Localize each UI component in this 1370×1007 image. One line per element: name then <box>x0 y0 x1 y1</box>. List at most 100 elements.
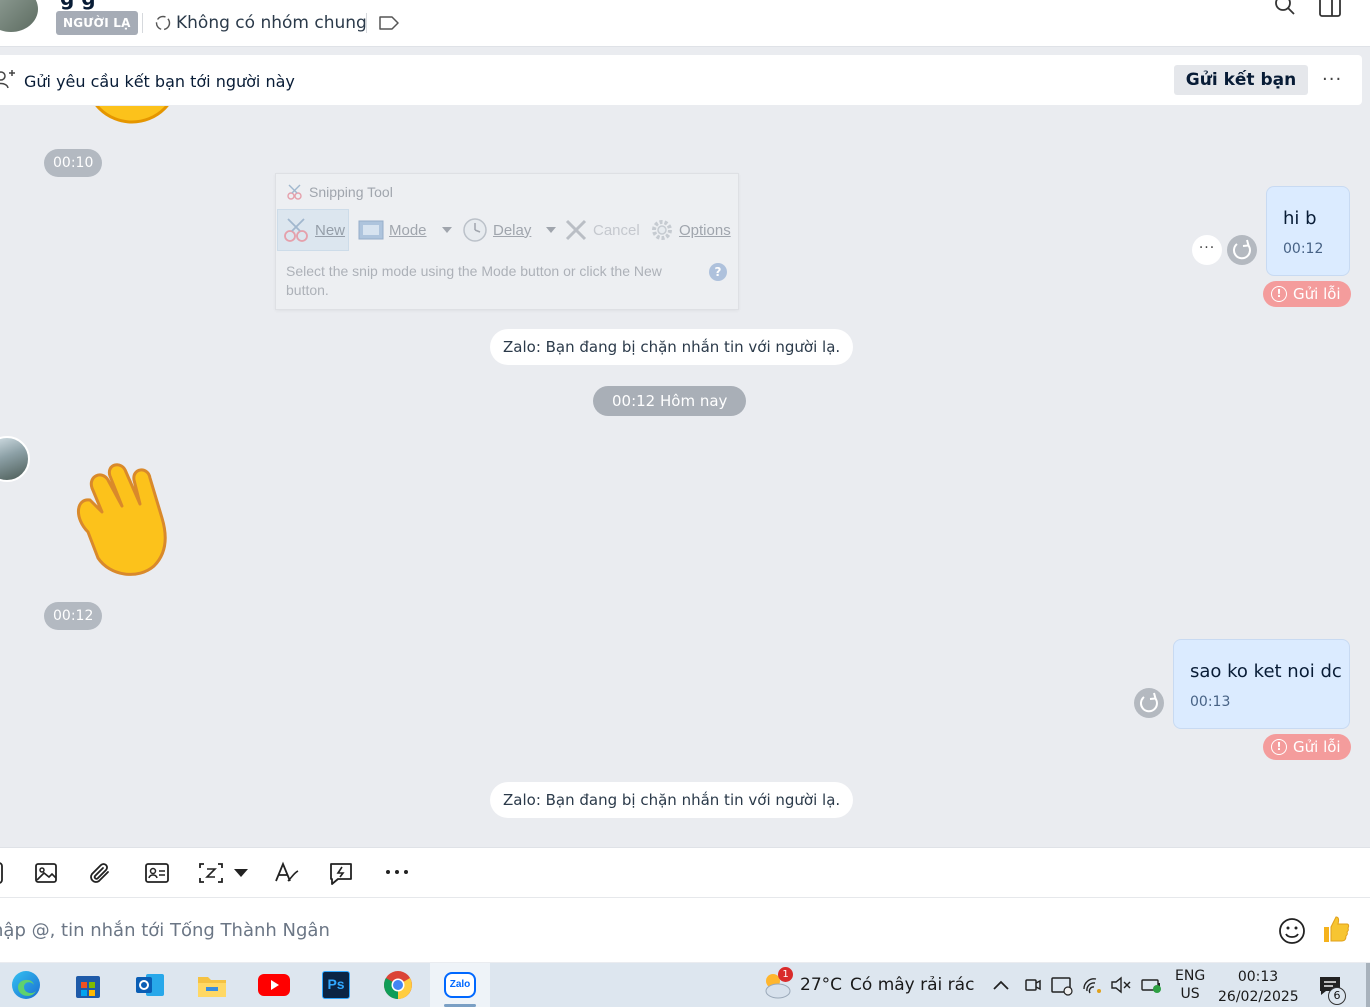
send-error-text: Gửi lỗi <box>1293 738 1341 756</box>
message-composer <box>0 898 1370 962</box>
error-icon: ! <box>1271 286 1287 302</box>
store-icon <box>76 976 100 998</box>
snip-cancel-label: Cancel <box>593 221 640 239</box>
snip-mode-label: Mode <box>389 221 427 239</box>
message-time: 00:13 <box>1190 694 1231 710</box>
taskbar-zalo[interactable]: Zalo <box>430 963 490 1007</box>
battery-charging-icon[interactable] <box>1140 975 1164 995</box>
snip-new-label: New <box>315 221 346 239</box>
chevron-down-icon[interactable] <box>234 869 248 877</box>
language-region: US <box>1180 986 1200 1002</box>
contact-avatar[interactable] <box>0 436 30 482</box>
emoji-icon[interactable] <box>1278 917 1306 945</box>
weather-widget[interactable]: 1 27°C Có mây rải rác <box>760 967 974 1001</box>
taskbar-file-explorer[interactable] <box>182 963 242 1007</box>
search-icon[interactable] <box>1272 0 1298 18</box>
retry-icon <box>1232 239 1251 260</box>
layout-panel-icon[interactable] <box>1318 0 1342 18</box>
attachment-icon[interactable] <box>88 861 112 885</box>
chevron-down-icon <box>441 227 452 233</box>
close-icon <box>565 219 587 241</box>
resend-button[interactable] <box>1134 688 1164 718</box>
help-icon[interactable]: ? <box>709 263 727 281</box>
contact-name-partial: g g <box>60 0 96 10</box>
send-friend-request-button[interactable]: Gửi kết bạn <box>1174 65 1308 95</box>
header-divider <box>366 13 367 33</box>
wifi-icon[interactable] <box>1082 975 1104 995</box>
snipping-tool-title: Snipping Tool <box>309 184 393 200</box>
chevron-up-icon[interactable] <box>992 979 1010 991</box>
taskbar-outlook[interactable] <box>120 963 180 1007</box>
contact-card-icon[interactable] <box>144 861 170 885</box>
snipping-toolbar: New Mode Delay Cancel Options <box>276 209 738 251</box>
more-options-icon[interactable] <box>384 868 410 876</box>
snip-mode-button[interactable]: Mode <box>358 209 452 251</box>
sticker-icon[interactable] <box>0 861 6 885</box>
friend-request-bar: Gửi yêu cầu kết bạn tới người này Gửi kế… <box>0 55 1362 105</box>
snipping-tool-titlebar: Snipping Tool <box>286 184 393 200</box>
weather-alert-badge: 1 <box>778 967 793 982</box>
composer-toolbar <box>0 847 1370 898</box>
header-divider <box>142 13 143 33</box>
contact-header-avatar[interactable] <box>0 0 40 34</box>
snip-delay-button[interactable]: Delay <box>462 209 557 251</box>
message-time-pill: 00:12 <box>44 602 103 630</box>
meet-now-icon[interactable] <box>1024 975 1042 995</box>
snip-delay-label: Delay <box>493 221 532 239</box>
date-divider: 00:12 Hôm nay <box>593 386 747 416</box>
image-icon[interactable] <box>34 861 58 885</box>
snip-options-button[interactable]: Options <box>650 209 731 251</box>
outlook-icon <box>136 974 164 996</box>
message-time-pill: 00:10 <box>44 149 103 177</box>
add-friend-icon <box>0 70 15 89</box>
snip-options-label: Options <box>679 221 731 239</box>
windows-taskbar: Ps Zalo 1 27°C Có mây rải rác ENG US 00:… <box>0 963 1370 1007</box>
snip-cancel-button[interactable]: Cancel <box>564 209 640 251</box>
thumbs-up-icon[interactable] <box>1322 914 1350 944</box>
wave-emoji[interactable] <box>66 458 188 580</box>
scissors-icon <box>287 184 302 200</box>
clock-icon <box>463 218 487 242</box>
taskbar-edge[interactable] <box>0 963 56 1007</box>
taskbar-chrome[interactable] <box>368 963 428 1007</box>
sent-message-bubble[interactable]: sao ko ket noi dc 00:13 <box>1173 639 1350 729</box>
input-language[interactable]: ENG US <box>1175 967 1205 1003</box>
network-sync-icon[interactable] <box>1050 975 1074 997</box>
common-group-text: Không có nhóm chung <box>176 13 367 33</box>
system-notice: Zalo: Bạn đang bị chặn nhắn tin với ngườ… <box>490 782 854 818</box>
text-format-icon[interactable] <box>274 861 300 885</box>
resend-button[interactable] <box>1227 235 1257 265</box>
chat-header: g g NGƯỜI LẠ Không có nhóm chung <box>0 0 1370 47</box>
notification-count-badge: 6 <box>1328 987 1346 1005</box>
screenshot-icon[interactable] <box>198 861 224 885</box>
taskbar-youtube[interactable] <box>244 963 304 1007</box>
send-error-badge[interactable]: ! Gửi lỗi <box>1263 281 1351 307</box>
chrome-icon <box>384 971 412 999</box>
quick-message-icon[interactable] <box>328 861 354 887</box>
show-desktop-button[interactable] <box>1366 963 1370 1007</box>
volume-muted-icon[interactable] <box>1110 975 1132 995</box>
snip-help-text: Select the snip mode using the Mode butt… <box>286 263 662 298</box>
message-text: hi b <box>1283 208 1317 229</box>
edge-icon <box>12 971 40 999</box>
friend-bar-more-button[interactable]: ··· <box>1322 69 1342 90</box>
message-text: sao ko ket noi dc <box>1190 661 1342 682</box>
label-tag-icon[interactable] <box>378 15 400 31</box>
message-more-button[interactable]: ··· <box>1192 235 1222 265</box>
message-input[interactable] <box>0 914 1172 946</box>
send-error-badge[interactable]: ! Gửi lỗi <box>1263 734 1351 760</box>
system-clock[interactable]: 00:13 26/02/2025 <box>1218 967 1299 1007</box>
chevron-down-icon <box>546 227 557 233</box>
taskbar-photoshop[interactable]: Ps <box>306 963 366 1007</box>
folder-icon <box>198 977 226 997</box>
system-notice: Zalo: Bạn đang bị chặn nhắn tin với ngườ… <box>490 329 854 365</box>
snip-new-button[interactable]: New <box>277 209 349 251</box>
sent-message-bubble[interactable]: hi b 00:12 <box>1266 186 1350 276</box>
youtube-icon <box>258 974 290 996</box>
snipping-tool-window[interactable]: Snipping Tool New Mode Delay Cancel Opti… <box>275 173 739 310</box>
stranger-badge: NGƯỜI LẠ <box>56 11 138 35</box>
common-group-info[interactable]: Không có nhóm chung <box>154 11 367 35</box>
taskbar-store[interactable] <box>58 963 118 1007</box>
mode-rectangle-icon <box>358 220 384 240</box>
zalo-icon: Zalo <box>444 972 476 998</box>
